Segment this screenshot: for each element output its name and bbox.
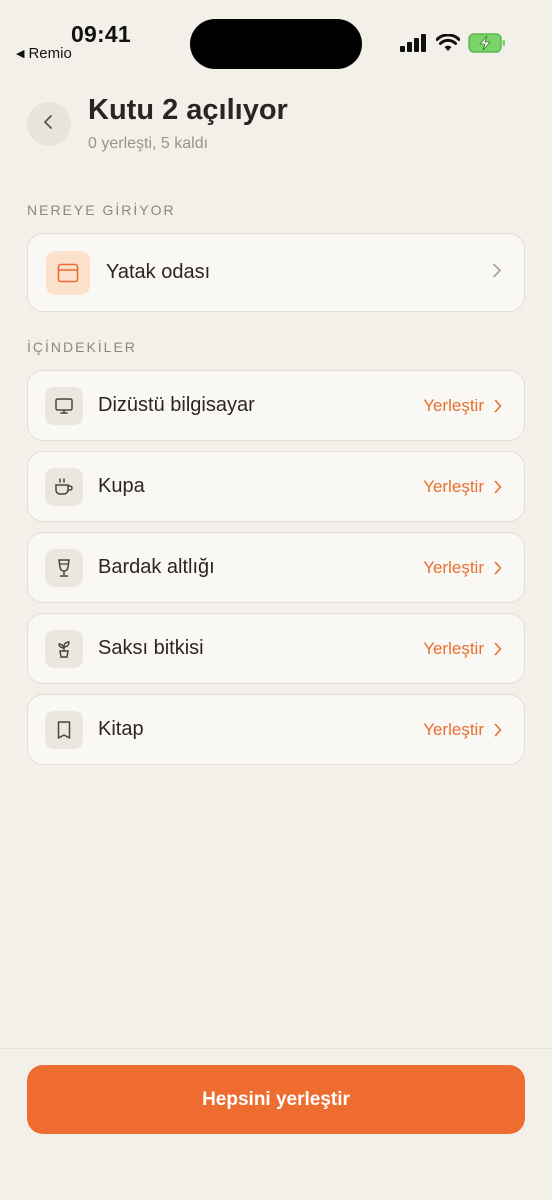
destination-section-label: NEREYE GİRİYOR [27, 202, 176, 218]
footer-divider [0, 1048, 552, 1049]
list-item[interactable]: Saksı bitkisi Yerleştir [27, 613, 525, 684]
back-button[interactable] [27, 102, 71, 146]
list-item[interactable]: Kupa Yerleştir [27, 451, 525, 522]
back-app-label: Remio [28, 45, 72, 62]
list-item[interactable]: Dizüstü bilgisayar Yerleştir [27, 370, 525, 441]
laptop-icon [45, 386, 83, 425]
chevron-right-icon [494, 561, 502, 574]
place-all-button[interactable]: Hepsini yerleştir [27, 1065, 525, 1134]
chevron-right-icon [494, 399, 502, 412]
list-item[interactable]: Kitap Yerleştir [27, 694, 525, 765]
battery-charging-icon [468, 33, 506, 58]
contents-section-label: İÇİNDEKİLER [27, 339, 137, 355]
dynamic-island [190, 19, 362, 69]
place-item-button[interactable]: Yerleştir [423, 396, 502, 416]
chevron-right-icon [494, 723, 502, 736]
status-bar: 09:41 ◀ Remio [0, 0, 552, 80]
plant-icon [45, 629, 83, 668]
item-name: Saksı bitkisi [98, 637, 204, 659]
room-name: Yatak odası [106, 261, 211, 283]
progress-subtitle: 0 yerleşti, 5 kaldı [88, 135, 209, 152]
chevron-left-icon [42, 114, 56, 135]
item-name: Bardak altlığı [98, 556, 215, 578]
system-icons [400, 33, 506, 58]
place-label: Yerleştir [423, 476, 484, 496]
mug-icon [45, 467, 83, 506]
room-icon [46, 250, 90, 295]
page-title: Kutu 2 açılıyor [88, 94, 288, 126]
item-name: Kitap [98, 718, 144, 740]
place-label: Yerleştir [423, 638, 484, 658]
place-label: Yerleştir [423, 557, 484, 577]
chevron-right-icon [492, 262, 502, 283]
chevron-right-icon [494, 642, 502, 655]
book-icon [45, 710, 83, 749]
list-item[interactable]: Bardak altlığı Yerleştir [27, 532, 525, 603]
place-item-button[interactable]: Yerleştir [423, 558, 502, 578]
item-name: Kupa [98, 475, 145, 497]
destination-room-card[interactable]: Yatak odası [27, 233, 525, 312]
place-item-button[interactable]: Yerleştir [423, 720, 502, 740]
back-to-app-link[interactable]: ◀ Remio [16, 45, 72, 62]
place-item-button[interactable]: Yerleştir [423, 639, 502, 659]
glass-icon [45, 548, 83, 587]
signal-icon [400, 34, 428, 57]
place-label: Yerleştir [423, 395, 484, 415]
status-time: 09:41 [71, 21, 131, 47]
back-triangle-icon: ◀ [16, 48, 25, 60]
place-label: Yerleştir [423, 719, 484, 739]
wifi-icon [435, 33, 461, 57]
item-name: Dizüstü bilgisayar [98, 394, 255, 416]
place-item-button[interactable]: Yerleştir [423, 477, 502, 497]
chevron-right-icon [494, 480, 502, 493]
